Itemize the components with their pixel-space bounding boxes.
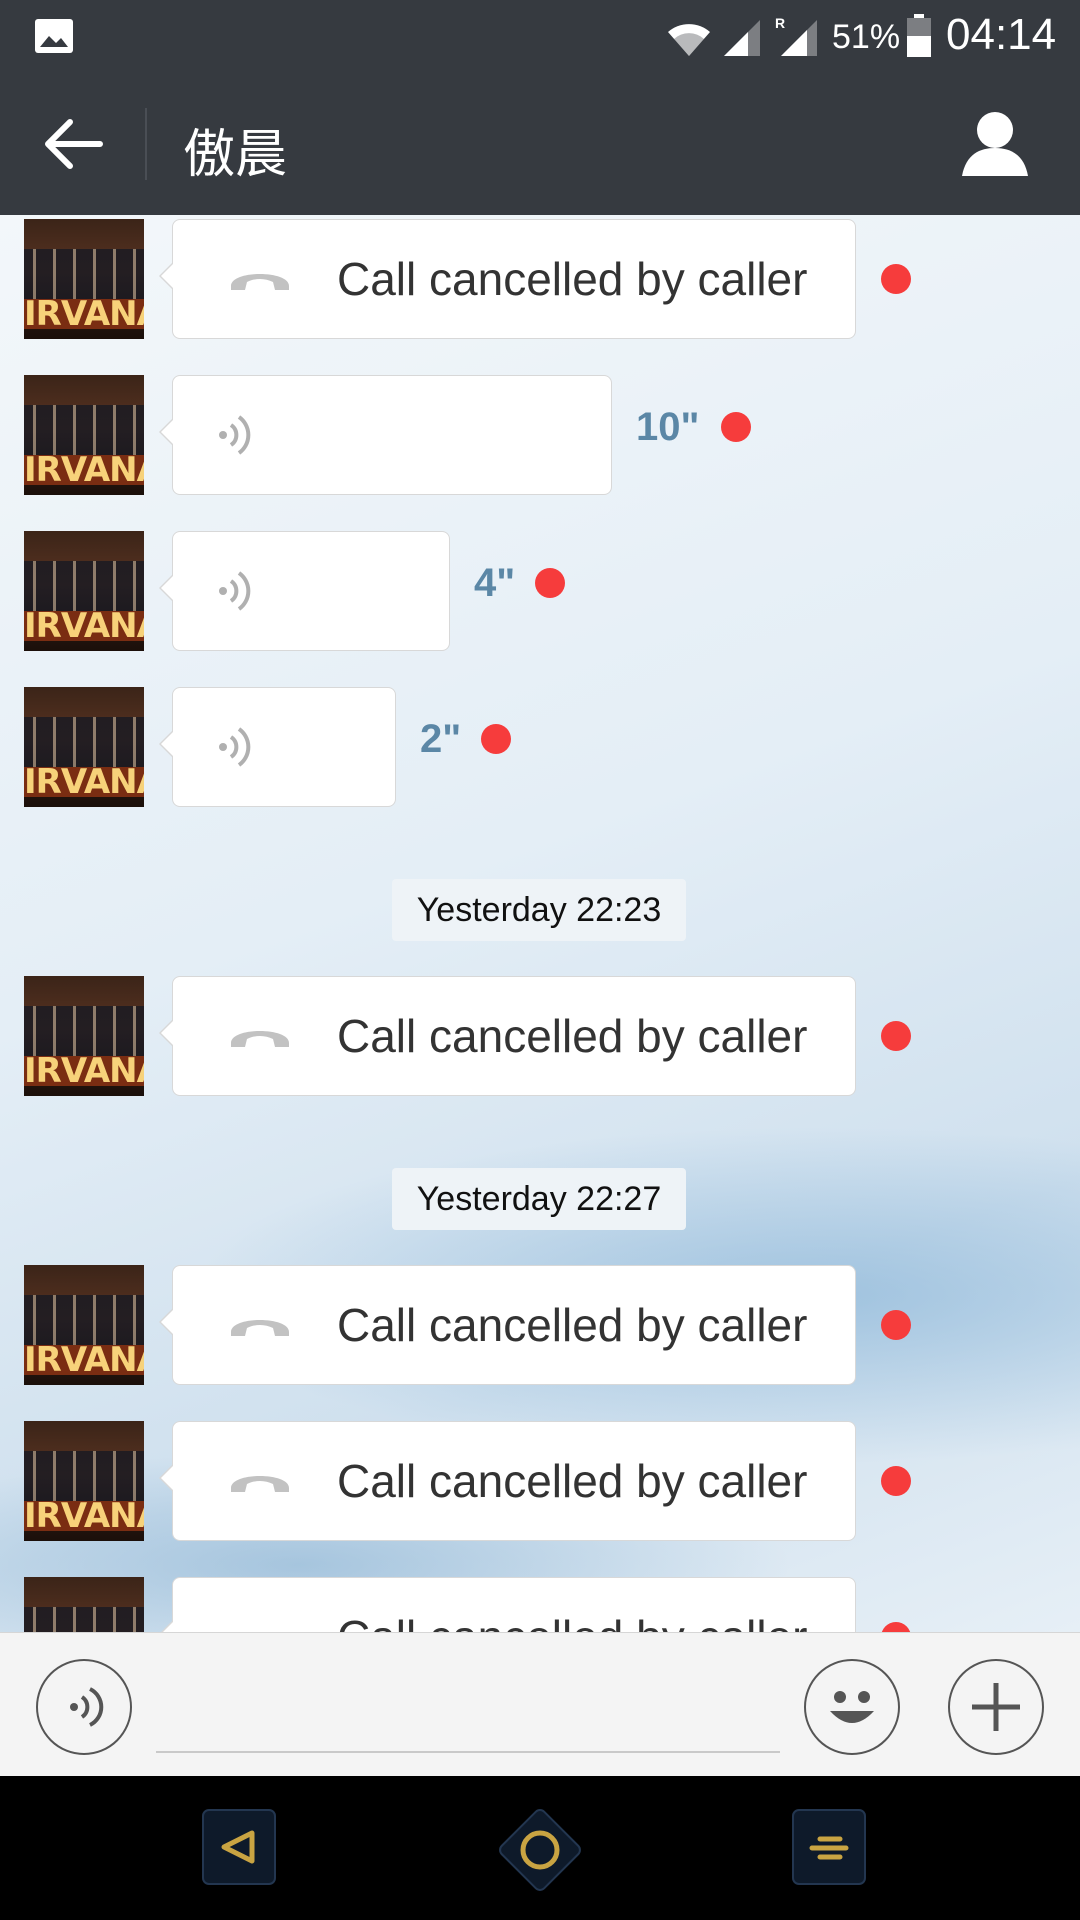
- roaming-indicator: R: [775, 15, 785, 31]
- arrow-left-icon[interactable]: [40, 114, 106, 174]
- voice-duration: 10": [636, 405, 700, 449]
- nav-menu-icon[interactable]: [792, 1809, 866, 1885]
- wifi-icon: [668, 24, 710, 56]
- unread-dot: [481, 724, 511, 754]
- avatar[interactable]: IRVANA: [24, 687, 144, 807]
- unread-dot: [721, 412, 751, 442]
- unread-dot: [881, 1021, 911, 1051]
- timestamp: Yesterday 22:27: [392, 1168, 686, 1230]
- message-row: IRVANA Call cancelled by caller: [0, 1577, 1080, 1632]
- emoji-button[interactable]: [804, 1659, 900, 1755]
- message-row: IRVANA 2": [0, 687, 1080, 807]
- nav-back-icon[interactable]: [202, 1809, 276, 1885]
- message-row: IRVANA Call cancelled by caller: [0, 1421, 1080, 1541]
- unread-dot: [881, 264, 911, 294]
- call-bubble[interactable]: Call cancelled by caller: [159, 219, 856, 339]
- message-row: IRVANA 4": [0, 531, 1080, 651]
- title-divider: [145, 108, 147, 180]
- voice-duration: 2": [420, 717, 462, 761]
- voice-bubble[interactable]: [159, 687, 396, 807]
- call-status-text: Call cancelled by caller: [337, 1299, 808, 1351]
- message-input[interactable]: [156, 1751, 780, 1753]
- voice-wave-icon: [219, 571, 251, 611]
- battery-icon: [907, 14, 931, 57]
- call-status-text: Call cancelled by caller: [337, 1455, 808, 1507]
- system-nav-bar: [0, 1776, 1080, 1920]
- voice-wave-icon: [219, 727, 251, 767]
- voice-bubble[interactable]: [159, 531, 450, 651]
- avatar[interactable]: IRVANA: [24, 976, 144, 1096]
- signal-roaming-icon: R: [775, 15, 817, 56]
- phone-hangup-icon: [231, 1031, 289, 1047]
- emoji-icon: [830, 1691, 874, 1723]
- avatar[interactable]: IRVANA: [24, 1265, 144, 1385]
- voice-bubble[interactable]: [159, 375, 612, 495]
- call-status-text: Call cancelled by caller: [337, 1010, 808, 1062]
- unread-dot: [535, 568, 565, 598]
- phone-hangup-icon: [231, 1320, 289, 1336]
- phone-hangup-icon: [231, 1476, 289, 1492]
- voice-wave-icon: [219, 415, 251, 455]
- input-bar: [0, 1632, 1080, 1777]
- more-options-button[interactable]: [948, 1659, 1044, 1755]
- voice-input-icon: [70, 1687, 104, 1727]
- avatar[interactable]: IRVANA: [24, 1421, 144, 1541]
- message-row: IRVANA Call cancelled by caller: [0, 976, 1080, 1096]
- page-title: 傲晨: [183, 126, 288, 184]
- battery-percent: 51%: [832, 18, 901, 56]
- avatar[interactable]: IRVANA: [24, 219, 144, 339]
- message-row: IRVANA Call cancelled by caller: [0, 1265, 1080, 1385]
- call-status-text: Call cancelled by caller: [337, 1610, 807, 1632]
- person-icon[interactable]: [960, 110, 1030, 178]
- unread-dot: [881, 1622, 911, 1632]
- plus-icon: [972, 1683, 1020, 1731]
- unread-dot: [881, 1466, 911, 1496]
- avatar[interactable]: IRVANA: [24, 531, 144, 651]
- message-row: IRVANA Call cancelled by caller: [0, 219, 1080, 339]
- signal-icon: [724, 20, 760, 56]
- clock: 04:14: [946, 10, 1057, 59]
- gallery-icon: [35, 19, 73, 53]
- message-list[interactable]: IRVANA Call cancelled by caller IRVANA 1…: [0, 215, 1080, 1632]
- phone-hangup-icon: [231, 274, 289, 290]
- call-bubble[interactable]: Call cancelled by caller: [159, 1577, 856, 1632]
- call-bubble[interactable]: Call cancelled by caller: [159, 976, 856, 1096]
- avatar[interactable]: IRVANA: [24, 375, 144, 495]
- call-bubble[interactable]: Call cancelled by caller: [159, 1265, 856, 1385]
- nav-home-icon[interactable]: [490, 1800, 590, 1900]
- voice-duration: 4": [474, 561, 516, 605]
- avatar[interactable]: IRVANA: [24, 1577, 144, 1632]
- chat-header: 傲晨: [0, 72, 1080, 215]
- timestamp: Yesterday 22:23: [392, 879, 686, 941]
- phone-hangup-icon: [227, 1618, 293, 1632]
- message-row: IRVANA 10": [0, 375, 1080, 495]
- status-bar: R 51% 04:14: [0, 0, 1080, 72]
- voice-input-button[interactable]: [36, 1659, 132, 1755]
- call-status-text: Call cancelled by caller: [337, 253, 808, 305]
- call-bubble[interactable]: Call cancelled by caller: [159, 1421, 856, 1541]
- unread-dot: [881, 1310, 911, 1340]
